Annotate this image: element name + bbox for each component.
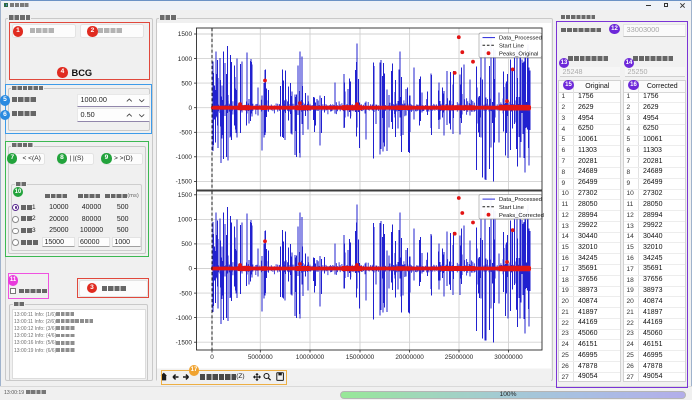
svg-text:-1500: -1500	[176, 339, 193, 346]
svg-text:-1000: -1000	[176, 315, 193, 322]
svg-text:Peaks_Corrected: Peaks_Corrected	[499, 213, 544, 219]
svg-text:Data_Processed: Data_Processed	[499, 36, 542, 42]
svg-text:25000000: 25000000	[445, 354, 474, 361]
svg-text:500: 500	[181, 241, 192, 248]
svg-text:5000000: 5000000	[248, 354, 273, 361]
svg-text:500: 500	[181, 80, 192, 87]
svg-text:Start Line: Start Line	[499, 205, 524, 211]
svg-text:0: 0	[188, 105, 192, 112]
svg-text:-1500: -1500	[176, 179, 193, 186]
svg-text:Start Line: Start Line	[499, 43, 524, 49]
svg-text:-500: -500	[179, 130, 192, 137]
svg-text:Data_Processed: Data_Processed	[499, 197, 542, 203]
svg-text:10000000: 10000000	[296, 354, 325, 361]
svg-text:20000000: 20000000	[395, 354, 424, 361]
svg-text:1500: 1500	[178, 31, 193, 38]
svg-text:1500: 1500	[178, 192, 193, 199]
svg-text:0: 0	[210, 354, 214, 361]
svg-text:-1000: -1000	[176, 154, 193, 161]
svg-text:0: 0	[188, 266, 192, 273]
svg-text:30000000: 30000000	[494, 354, 523, 361]
svg-text:1000: 1000	[178, 56, 193, 63]
svg-text:Peaks_Original: Peaks_Original	[499, 51, 538, 57]
svg-text:-500: -500	[179, 290, 192, 297]
svg-text:15000000: 15000000	[346, 354, 375, 361]
svg-text:1000: 1000	[178, 217, 193, 224]
